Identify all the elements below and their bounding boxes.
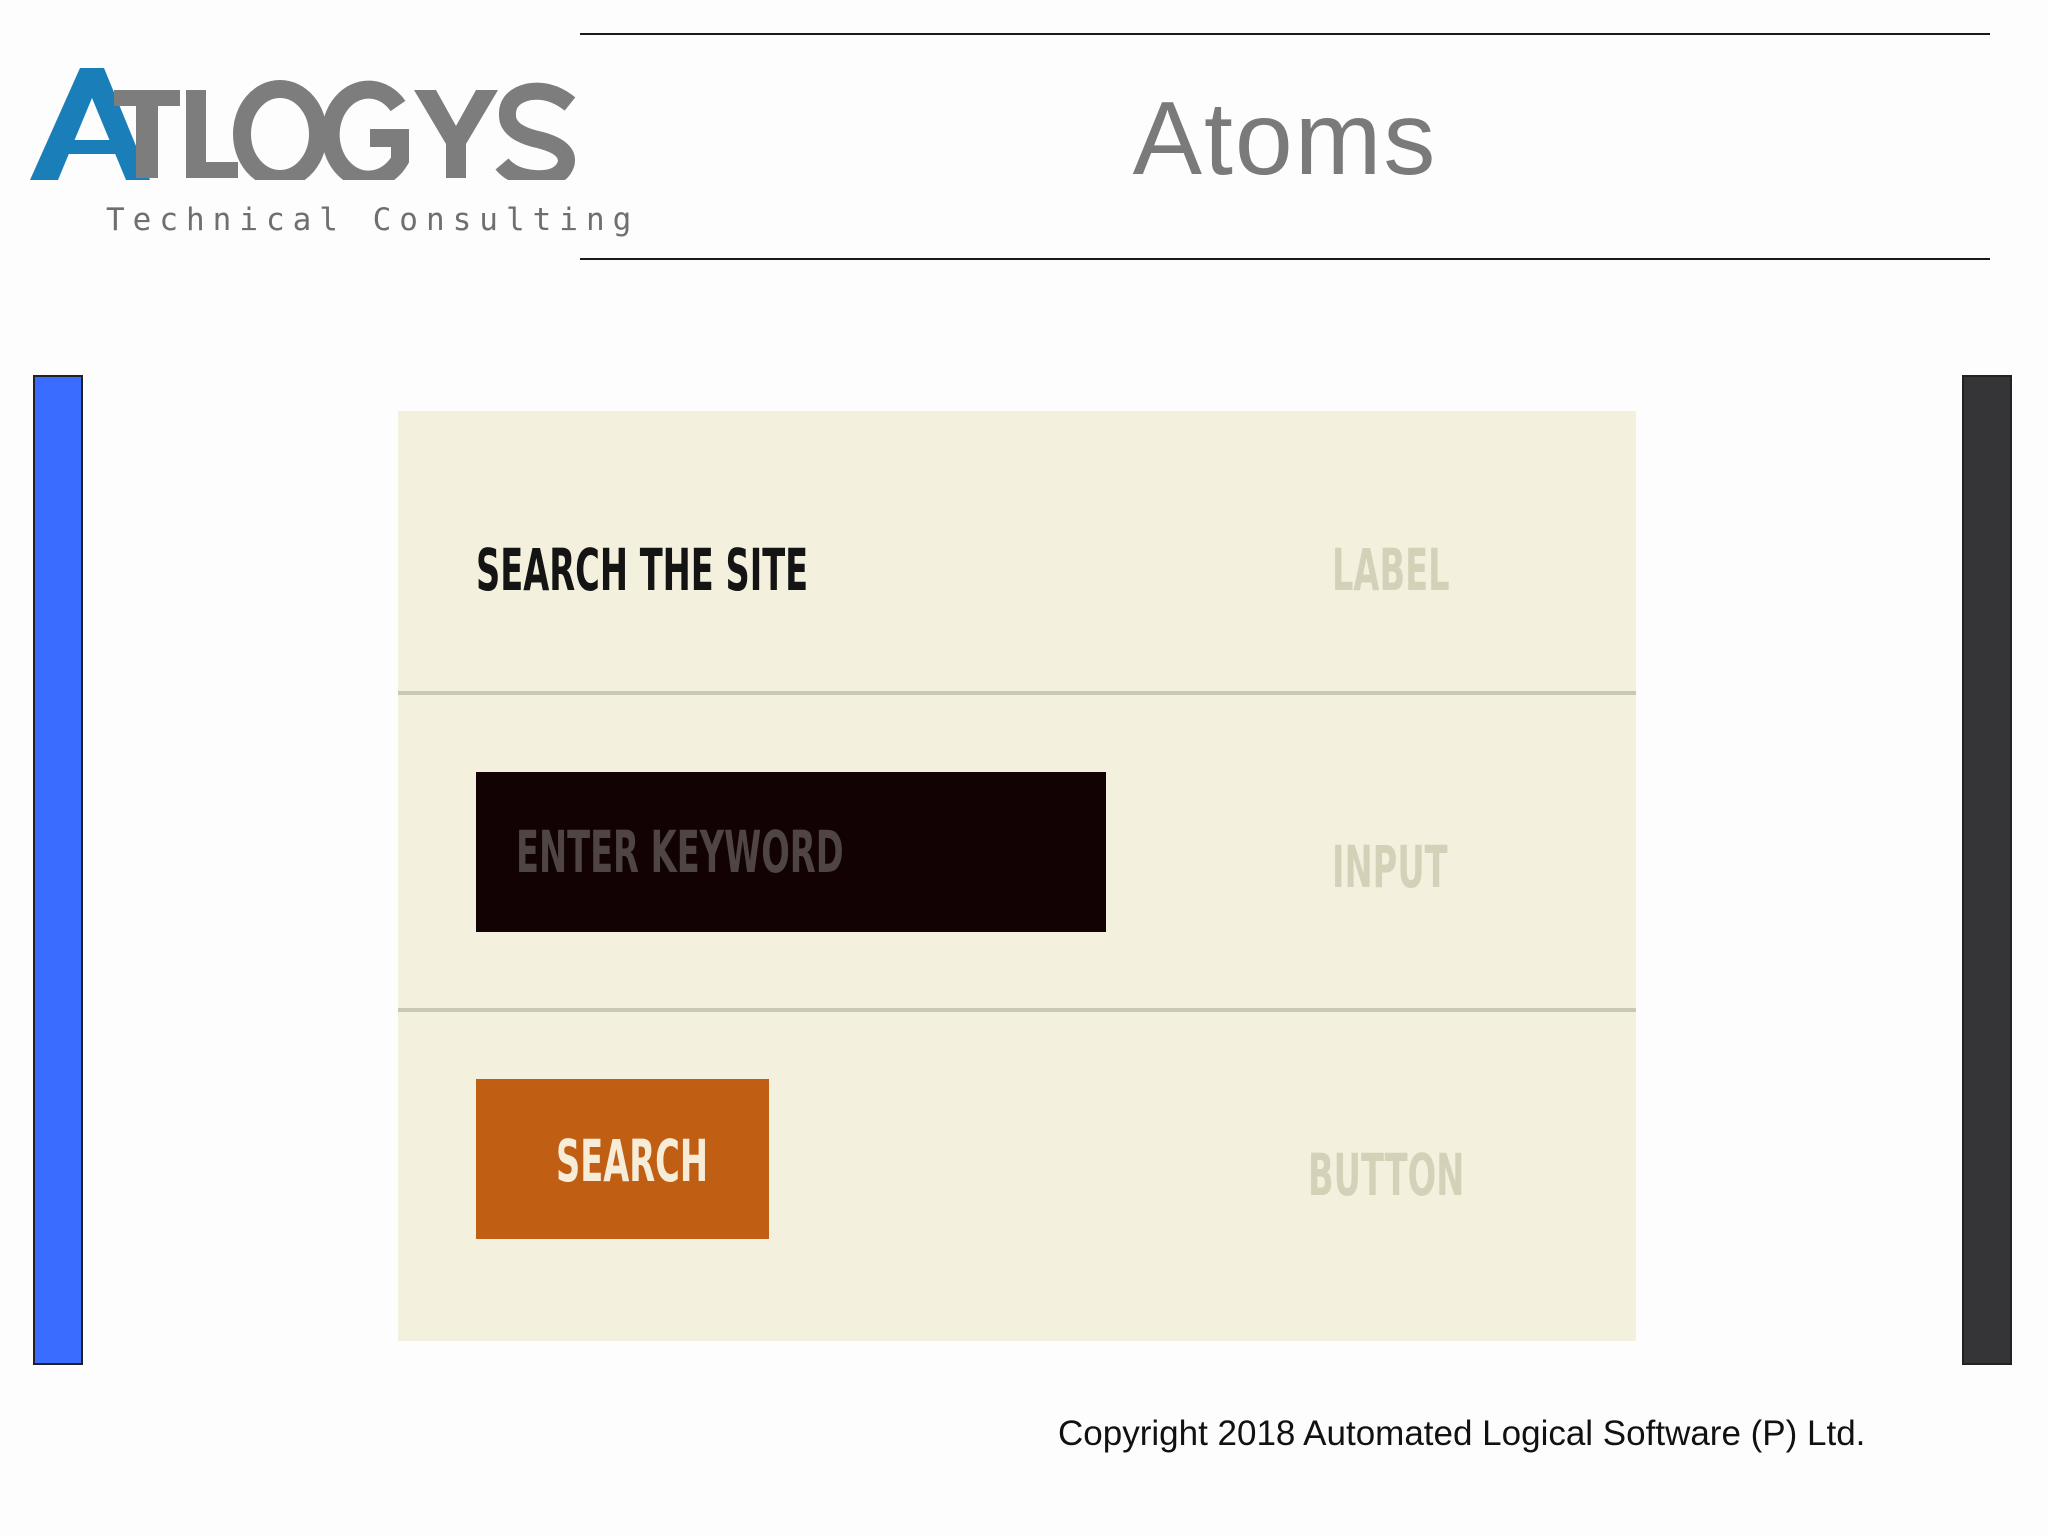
right-accent-bar [1962, 375, 2012, 1365]
search-the-site-label: SEARCH THE SITE [476, 536, 809, 604]
atlogys-logo: Technical Consulting [30, 60, 631, 250]
search-button-label: SEARCH [556, 1127, 708, 1195]
keyword-input-placeholder: ENTER KEYWORD [516, 818, 844, 886]
title-top-rule [580, 33, 1990, 35]
copyright-notice: Copyright 2018 Automated Logical Softwar… [1058, 1414, 1866, 1453]
title-bottom-rule [580, 258, 1990, 260]
logo-tagline: Technical Consulting [106, 202, 640, 238]
keyword-input[interactable]: ENTER KEYWORD [476, 772, 1106, 932]
atlogys-wordmark-logo [30, 68, 576, 180]
atom-name-label: LABEL [1332, 536, 1450, 604]
slide: Technical Consulting Atoms SEARCH THE SI… [0, 0, 2048, 1536]
label-atom-row: SEARCH THE SITE LABEL [398, 411, 1636, 693]
atom-name-input: INPUT [1332, 833, 1448, 901]
search-button[interactable]: SEARCH [476, 1079, 769, 1239]
slide-title: Atoms [1132, 81, 1438, 197]
left-accent-bar [33, 375, 83, 1365]
button-atom-row: SEARCH BUTTON [398, 1011, 1636, 1341]
atom-name-button: BUTTON [1308, 1141, 1465, 1209]
atoms-example-panel: SEARCH THE SITE LABEL ENTER KEYWORD INPU… [398, 411, 1636, 1341]
input-atom-row: ENTER KEYWORD INPUT [398, 693, 1636, 1011]
